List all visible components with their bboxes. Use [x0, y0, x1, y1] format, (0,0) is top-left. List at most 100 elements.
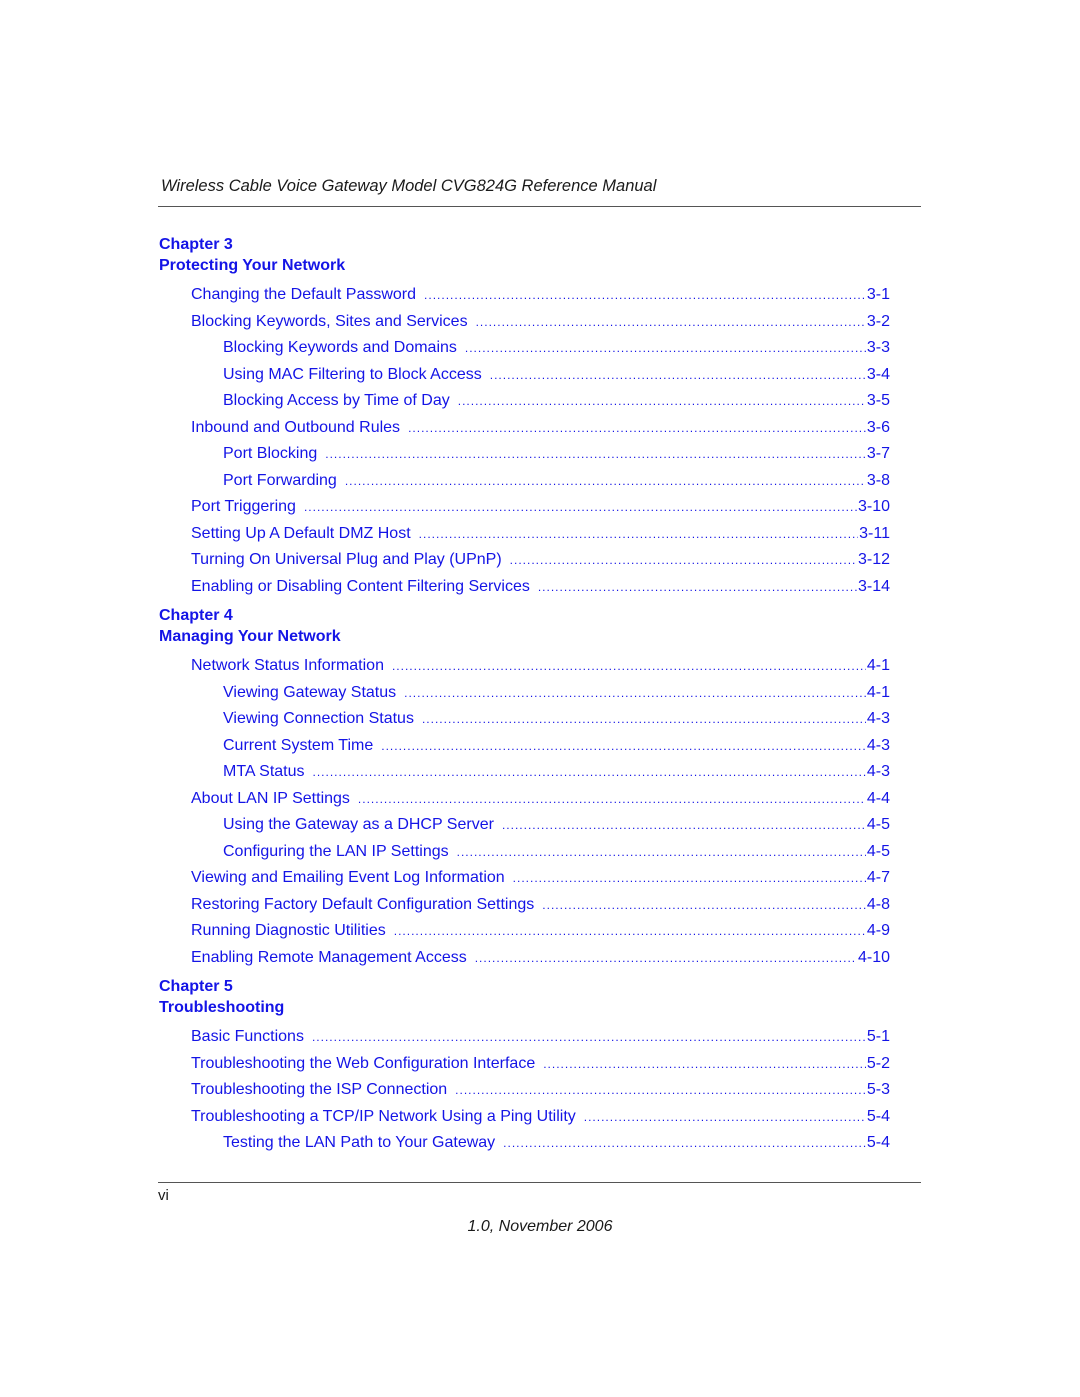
dot-leader [381, 733, 866, 760]
toc-entry[interactable]: Troubleshooting the Web Configuration In… [159, 1051, 890, 1078]
toc-entry-title[interactable]: Viewing and Emailing Event Log Informati… [191, 865, 513, 892]
toc-entry[interactable]: Port Triggering 3-10 [159, 494, 890, 521]
toc-entry-title[interactable]: Turning On Universal Plug and Play (UPnP… [191, 547, 510, 574]
toc-entry[interactable]: Basic Functions 5-1 [159, 1024, 890, 1051]
toc-entry-title[interactable]: Basic Functions [191, 1024, 312, 1051]
toc-entry-page[interactable]: 3-4 [866, 362, 890, 389]
toc-entry-title[interactable]: Viewing Connection Status [223, 706, 422, 733]
toc-entry-page[interactable]: 4-8 [866, 892, 890, 919]
toc-entry-page[interactable]: 4-3 [866, 706, 890, 733]
toc-entry[interactable]: Blocking Keywords, Sites and Services 3-2 [159, 309, 890, 336]
dot-leader [304, 494, 857, 521]
toc-entry-page[interactable]: 5-1 [866, 1024, 890, 1051]
dot-leader [458, 388, 866, 415]
toc-entry[interactable]: Changing the Default Password 3-1 [159, 282, 890, 309]
toc-entry-page[interactable]: 5-4 [866, 1130, 890, 1157]
toc-entry-title[interactable]: Setting Up A Default DMZ Host [191, 521, 419, 548]
toc-entry-page[interactable]: 3-5 [866, 388, 890, 415]
dot-leader [394, 918, 866, 945]
toc-entry-page[interactable]: 5-2 [866, 1051, 890, 1078]
toc-entry[interactable]: Setting Up A Default DMZ Host 3-11 [159, 521, 890, 548]
toc-entry-page[interactable]: 5-4 [866, 1104, 890, 1131]
toc-entry[interactable]: Viewing Connection Status 4-3 [159, 706, 890, 733]
chapter-label[interactable]: Chapter 5 [159, 976, 890, 997]
toc-entry-title[interactable]: Troubleshooting a TCP/IP Network Using a… [191, 1104, 584, 1131]
toc-entry[interactable]: About LAN IP Settings 4-4 [159, 786, 890, 813]
toc-entry-page[interactable]: 3-14 [857, 574, 890, 601]
toc-entry-page[interactable]: 3-12 [857, 547, 890, 574]
toc-entry-title[interactable]: Port Blocking [223, 441, 325, 468]
toc-entry-title[interactable]: Blocking Keywords and Domains [223, 335, 465, 362]
toc-entry[interactable]: Current System Time 4-3 [159, 733, 890, 760]
toc-entry[interactable]: Viewing Gateway Status 4-1 [159, 680, 890, 707]
toc-entry-title[interactable]: Restoring Factory Default Configuration … [191, 892, 542, 919]
toc-entry[interactable]: Restoring Factory Default Configuration … [159, 892, 890, 919]
toc-entry[interactable]: Using the Gateway as a DHCP Server 4-5 [159, 812, 890, 839]
toc-entry-title[interactable]: Running Diagnostic Utilities [191, 918, 394, 945]
chapter-title[interactable]: Troubleshooting [159, 997, 890, 1018]
toc-entry-title[interactable]: Viewing Gateway Status [223, 680, 404, 707]
toc-entry-title[interactable]: Port Triggering [191, 494, 304, 521]
toc-entry-page[interactable]: 4-3 [866, 759, 890, 786]
toc-entry-page[interactable]: 4-9 [866, 918, 890, 945]
toc-entry[interactable]: Blocking Keywords and Domains 3-3 [159, 335, 890, 362]
toc-entry[interactable]: Turning On Universal Plug and Play (UPnP… [159, 547, 890, 574]
toc-entry[interactable]: Port Blocking 3-7 [159, 441, 890, 468]
toc-entry-title[interactable]: Using the Gateway as a DHCP Server [223, 812, 502, 839]
toc-entry[interactable]: Network Status Information 4-1 [159, 653, 890, 680]
toc-entry-page[interactable]: 4-1 [866, 653, 890, 680]
toc-entry-title[interactable]: Changing the Default Password [191, 282, 424, 309]
toc-entry-page[interactable]: 3-1 [866, 282, 890, 309]
toc-entry-title[interactable]: About LAN IP Settings [191, 786, 358, 813]
chapter-title[interactable]: Protecting Your Network [159, 255, 890, 276]
toc-entry-page[interactable]: 3-11 [858, 521, 890, 548]
toc-entry-page[interactable]: 3-6 [866, 415, 890, 442]
dot-leader [455, 1077, 866, 1104]
toc-entry-page[interactable]: 3-8 [866, 468, 890, 495]
toc-entry-page[interactable]: 4-4 [866, 786, 890, 813]
toc-entry-page[interactable]: 4-10 [857, 945, 890, 972]
toc-entry[interactable]: Viewing and Emailing Event Log Informati… [159, 865, 890, 892]
toc-entry[interactable]: Configuring the LAN IP Settings 4-5 [159, 839, 890, 866]
chapter-section: Chapter 3 Protecting Your Network Changing… [159, 234, 890, 600]
chapter-title[interactable]: Managing Your Network [159, 626, 890, 647]
toc-entry-title[interactable]: Inbound and Outbound Rules [191, 415, 408, 442]
toc-entry-title[interactable]: Troubleshooting the Web Configuration In… [191, 1051, 543, 1078]
chapter-label[interactable]: Chapter 3 [159, 234, 890, 255]
toc-entry-page[interactable]: 3-2 [866, 309, 890, 336]
toc-entry[interactable]: Using MAC Filtering to Block Access 3-4 [159, 362, 890, 389]
toc-entry[interactable]: Enabling Remote Management Access 4-10 [159, 945, 890, 972]
toc-entry-page[interactable]: 3-3 [866, 335, 890, 362]
toc-entry[interactable]: Enabling or Disabling Content Filtering … [159, 574, 890, 601]
toc-entry-title[interactable]: Port Forwarding [223, 468, 345, 495]
chapter-label[interactable]: Chapter 4 [159, 605, 890, 626]
toc-entry-page[interactable]: 5-3 [866, 1077, 890, 1104]
toc-entry[interactable]: Port Forwarding 3-8 [159, 468, 890, 495]
toc-entry-title[interactable]: Enabling Remote Management Access [191, 945, 475, 972]
toc-entry[interactable]: MTA Status 4-3 [159, 759, 890, 786]
toc-entry-page[interactable]: 4-7 [866, 865, 890, 892]
toc-entry-title[interactable]: Using MAC Filtering to Block Access [223, 362, 490, 389]
toc-entry-title[interactable]: Blocking Access by Time of Day [223, 388, 458, 415]
toc-entry-title[interactable]: Blocking Keywords, Sites and Services [191, 309, 476, 336]
toc-entry[interactable]: Inbound and Outbound Rules 3-6 [159, 415, 890, 442]
toc-entry-title[interactable]: Network Status Information [191, 653, 392, 680]
toc-entry[interactable]: Troubleshooting a TCP/IP Network Using a… [159, 1104, 890, 1131]
toc-entry-title[interactable]: Current System Time [223, 733, 381, 760]
toc-entry-page[interactable]: 3-7 [866, 441, 890, 468]
toc-entry[interactable]: Troubleshooting the ISP Connection 5-3 [159, 1077, 890, 1104]
toc-entry-title[interactable]: Troubleshooting the ISP Connection [191, 1077, 455, 1104]
toc-entry[interactable]: Testing the LAN Path to Your Gateway 5-4 [159, 1130, 890, 1157]
toc-entry-title[interactable]: Enabling or Disabling Content Filtering … [191, 574, 538, 601]
toc-entry-title[interactable]: Testing the LAN Path to Your Gateway [223, 1130, 503, 1157]
toc-entry-page[interactable]: 4-5 [866, 812, 890, 839]
toc-entry-title[interactable]: MTA Status [223, 759, 313, 786]
toc-entry[interactable]: Blocking Access by Time of Day 3-5 [159, 388, 890, 415]
toc-entry-page[interactable]: 4-1 [866, 680, 890, 707]
dot-leader [313, 759, 866, 786]
toc-entry-page[interactable]: 4-5 [866, 839, 890, 866]
toc-entry[interactable]: Running Diagnostic Utilities 4-9 [159, 918, 890, 945]
toc-entry-page[interactable]: 3-10 [857, 494, 890, 521]
toc-entry-title[interactable]: Configuring the LAN IP Settings [223, 839, 457, 866]
toc-entry-page[interactable]: 4-3 [866, 733, 890, 760]
